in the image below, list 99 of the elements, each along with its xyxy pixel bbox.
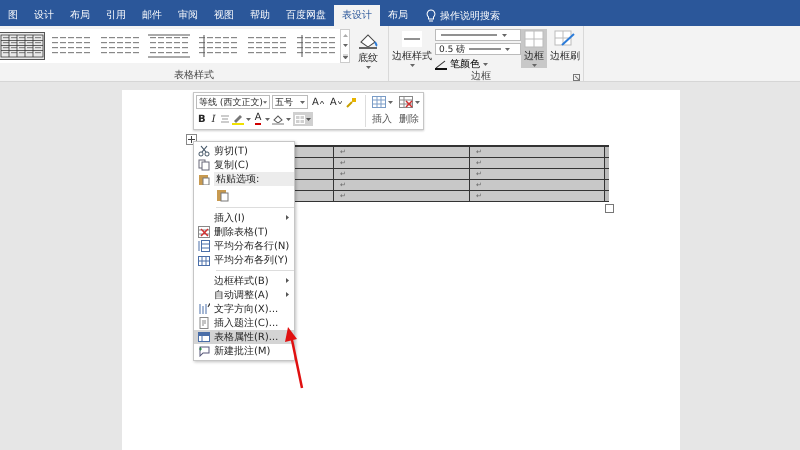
ribbon-tab[interactable]: 审阅: [170, 5, 206, 26]
line-icon: [468, 47, 502, 51]
align-icon: [220, 115, 230, 123]
caret-icon: [502, 34, 507, 36]
resize-handle-icon: [605, 204, 614, 213]
up-caret-icon: [320, 100, 324, 104]
table-style-thumbnail[interactable]: [294, 33, 338, 59]
ribbon-tab[interactable]: 设计: [26, 5, 62, 26]
menu-item[interactable]: 删除表格(T): [194, 225, 294, 239]
menu-item[interactable]: 边框样式(B): [194, 274, 294, 288]
down-arrow-icon: [342, 44, 348, 46]
ribbon-tab[interactable]: 邮件: [134, 5, 170, 26]
text-direction-icon: [198, 303, 210, 315]
line-weight-dropdown[interactable]: 0.5 磅: [435, 43, 521, 55]
up-arrow-icon: [342, 34, 348, 36]
paint-bucket-icon: [272, 114, 284, 124]
menu-item[interactable]: 新建批注(M): [194, 344, 294, 358]
ribbon-tab[interactable]: 百度网盘: [278, 5, 334, 26]
font-size-field[interactable]: 五号: [272, 95, 308, 109]
comment-icon: [198, 345, 210, 357]
menu-item[interactable]: 复制(C): [194, 158, 294, 172]
menu-item[interactable]: 插入(I): [194, 211, 294, 225]
ribbon-tab[interactable]: 帮助: [242, 5, 278, 26]
caret-icon: [483, 62, 488, 66]
caret-icon: [265, 118, 270, 120]
brush-icon: [346, 96, 357, 108]
table-style-thumbnail[interactable]: [147, 33, 191, 59]
caret-icon: [262, 100, 267, 104]
italic-button[interactable]: I: [210, 112, 218, 126]
caret-icon: [300, 100, 305, 104]
menu-item[interactable]: 插入题注(C)...: [194, 316, 294, 330]
dialog-launcher-icon: [573, 74, 580, 81]
lightbulb-icon: [426, 9, 436, 22]
delete-table-icon: [398, 96, 413, 108]
menu-item[interactable]: 平均分布各列(Y): [194, 253, 294, 267]
borders-icon: [524, 30, 544, 48]
document-icon: [198, 317, 210, 329]
scissors-icon: [198, 145, 210, 157]
ribbon-tab[interactable]: 布局: [62, 5, 98, 26]
menu-item[interactable]: 平均分布各行(N): [194, 239, 294, 253]
line-style-dropdown[interactable]: [435, 29, 521, 41]
borders-button[interactable]: [293, 112, 314, 126]
caret-icon: [286, 118, 292, 120]
ribbon-tab[interactable]: 引用: [98, 5, 134, 26]
ribbon-tab[interactable]: 视图: [206, 5, 242, 26]
group-label: 表格样式: [174, 70, 214, 82]
ribbon-tab[interactable]: 图: [0, 5, 26, 26]
border-styles-button[interactable]: 边框样式: [389, 29, 435, 68]
delete-table-icon: [198, 226, 210, 238]
bold-button[interactable]: B: [196, 112, 208, 126]
insert-button[interactable]: 插入: [370, 95, 394, 127]
caret-icon: [366, 66, 370, 69]
caret-icon: [532, 64, 536, 67]
menu-heading: 粘贴选项:: [214, 172, 294, 186]
menu-item[interactable]: 文字方向(X)...: [194, 302, 294, 316]
ribbon-tab[interactable]: 表设计: [334, 5, 380, 26]
more-icon: [342, 54, 348, 58]
pen-icon: [435, 58, 447, 70]
clipboard-icon: [198, 173, 210, 185]
distribute-rows-icon: [198, 240, 210, 252]
caret-icon: [410, 64, 414, 67]
search-label[interactable]: 操作说明搜索: [440, 8, 500, 22]
paste-icon[interactable]: [216, 188, 229, 202]
caret-icon: [246, 118, 251, 120]
highlighter-icon: [232, 114, 244, 124]
shading-button[interactable]: 底纹: [354, 29, 382, 70]
line-icon: [439, 33, 499, 37]
caret-icon: [505, 48, 510, 50]
submenu-arrow-icon: [286, 278, 289, 283]
font-color-button[interactable]: A: [252, 112, 264, 126]
menu-item[interactable]: 剪切(T): [194, 144, 294, 158]
table-style-thumbnail[interactable]: [0, 33, 44, 59]
ribbon-tab[interactable]: 布局: [380, 5, 416, 26]
copy-icon: [198, 159, 210, 171]
submenu-arrow-icon: [286, 292, 289, 297]
pen-color-button[interactable]: 笔颜色: [435, 57, 521, 71]
table-style-thumbnail[interactable]: [196, 33, 240, 59]
shrink-font-button[interactable]: A: [328, 95, 344, 109]
caret-icon: [414, 100, 420, 104]
distribute-columns-icon: [198, 254, 210, 266]
submenu-arrow-icon: [286, 215, 289, 220]
table-properties-icon: [198, 331, 210, 343]
grow-font-button[interactable]: A: [310, 95, 326, 109]
annotation-arrow: [285, 327, 304, 388]
gallery-scroll[interactable]: [340, 29, 350, 63]
down-caret-icon: [338, 100, 342, 104]
borders-icon: [295, 114, 306, 124]
delete-button[interactable]: 删除: [398, 95, 421, 127]
table-icon: [372, 96, 386, 108]
border-painter-icon: [554, 30, 576, 48]
caret-icon: [388, 100, 393, 104]
font-field[interactable]: 等线 (西文正文): [196, 95, 270, 109]
caret-icon: [306, 118, 312, 120]
group-label: 边框: [470, 71, 492, 83]
borders-button[interactable]: 边框: [521, 29, 547, 68]
line-style-icon: [401, 30, 423, 48]
border-painter-button[interactable]: 边框刷: [547, 29, 583, 64]
menu-item[interactable]: 自动调整(A): [194, 288, 294, 302]
menu-item[interactable]: 表格属性(R)...: [194, 330, 294, 344]
